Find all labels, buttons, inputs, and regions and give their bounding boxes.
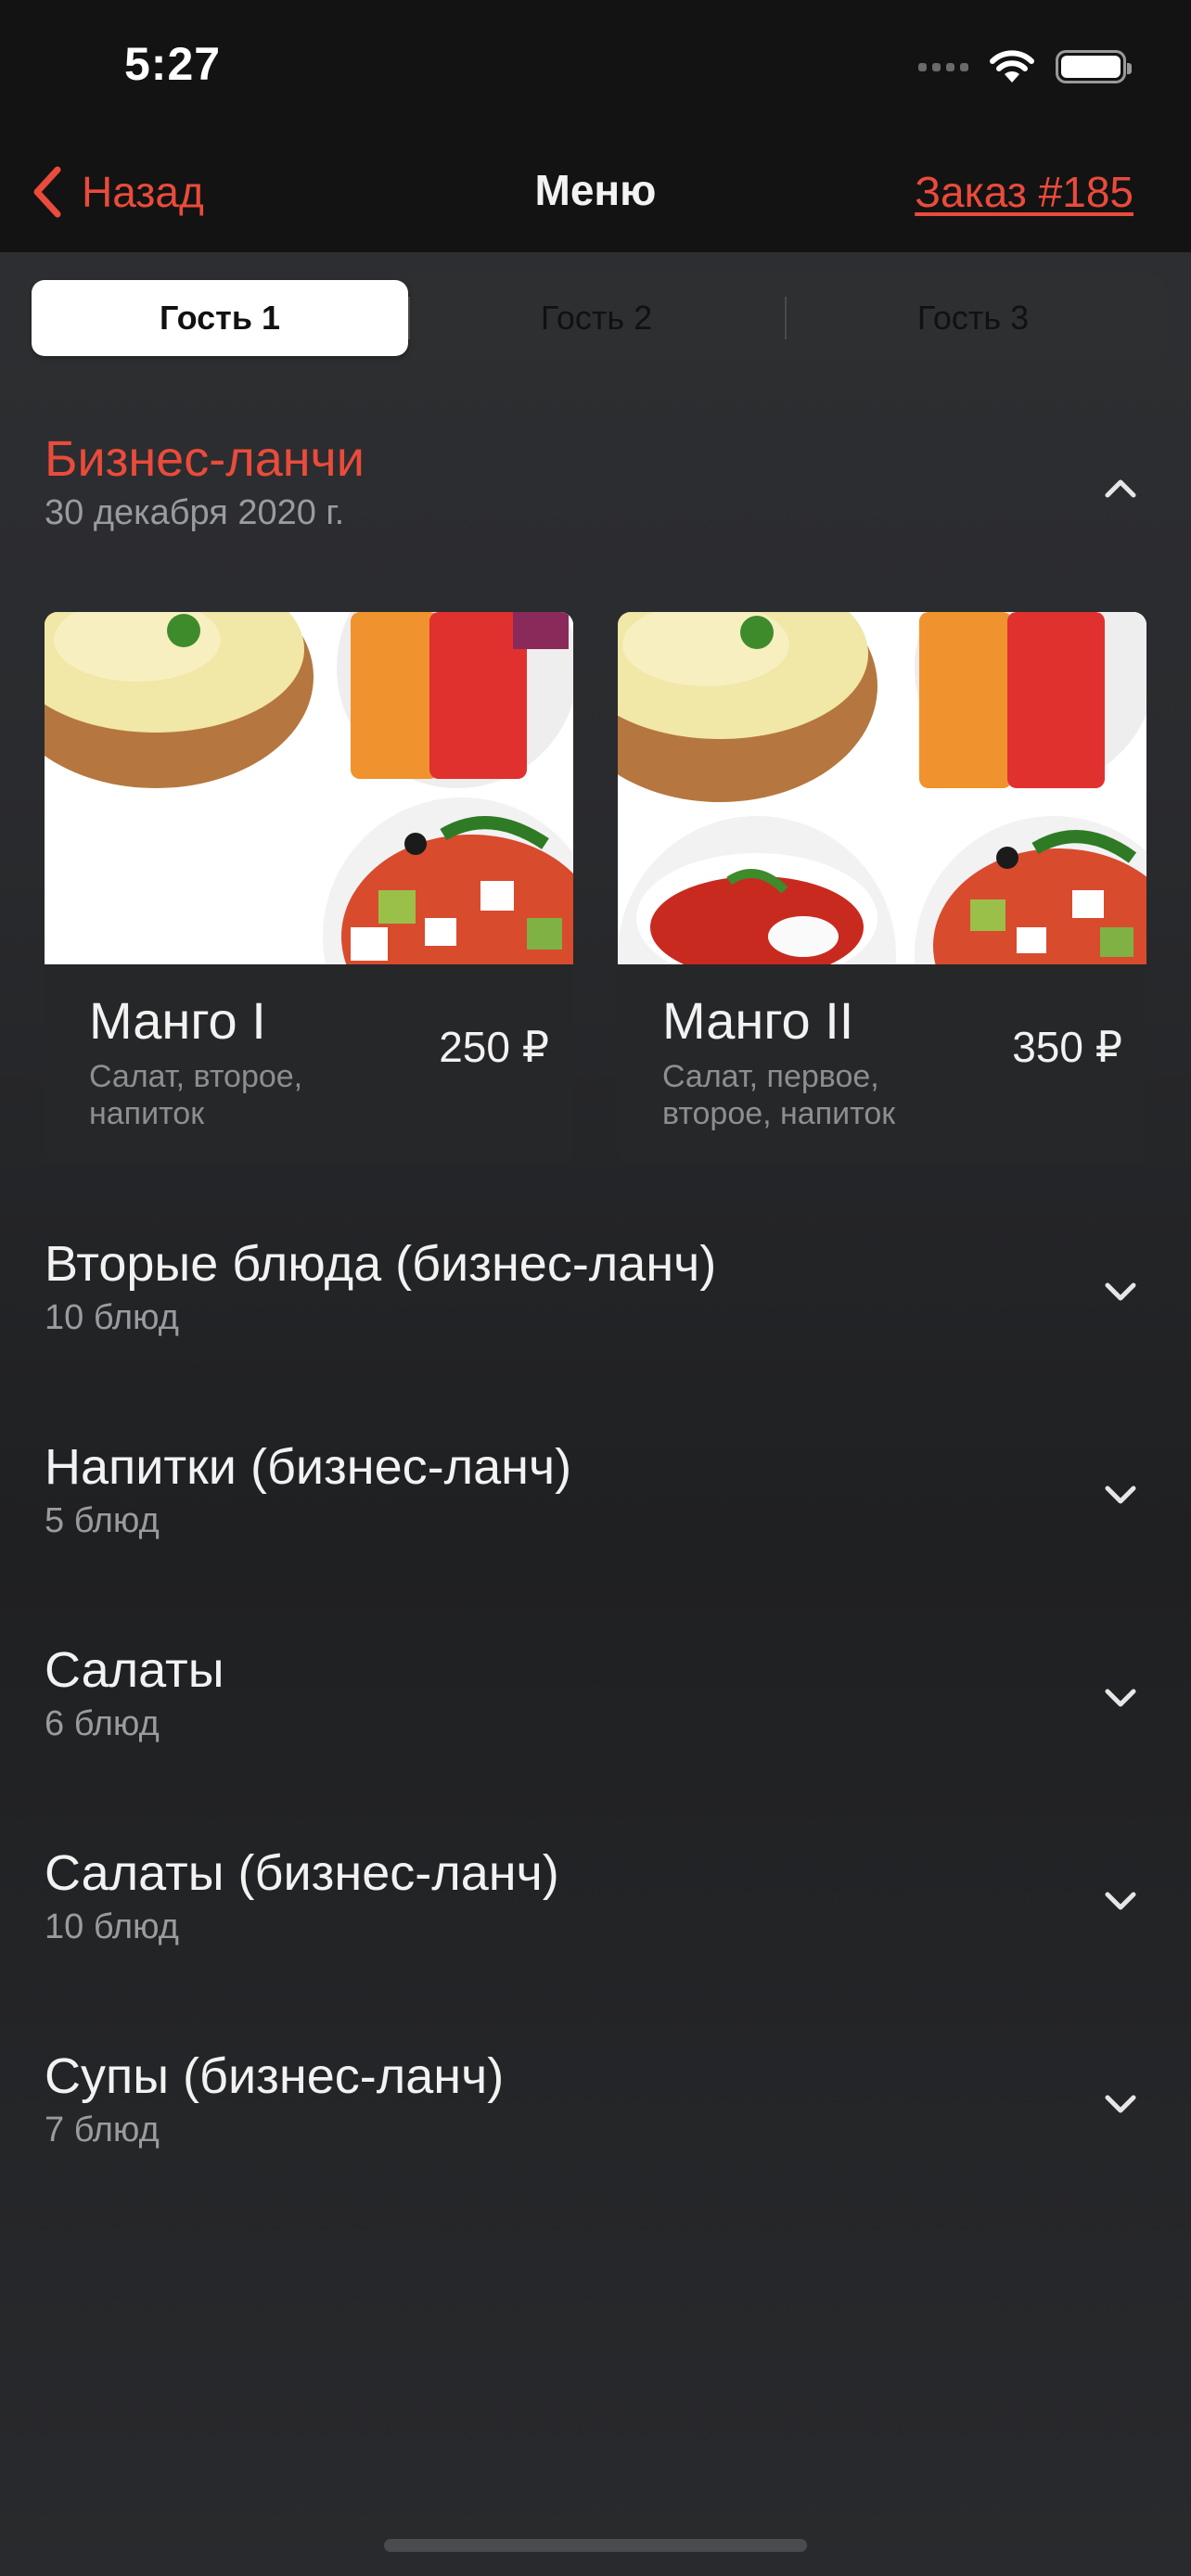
top-bar: 5:27 Назад Меню Заказ #185 <box>0 0 1191 252</box>
status-time: 5:27 <box>124 38 222 90</box>
category-salads-business-lunch[interactable]: Салаты (бизнес-ланч) 10 блюд <box>45 1844 1148 1974</box>
category-title: Салаты <box>45 1642 224 1698</box>
category-count: 7 блюд <box>45 2111 160 2149</box>
tab-guest-2[interactable]: Гость 2 <box>408 280 785 356</box>
category-title: Салаты (бизнес-ланч) <box>45 1845 559 1901</box>
order-link[interactable]: Заказ #185 <box>915 167 1133 217</box>
lunch-card-description: Салат, второе, напиток <box>89 1059 303 1131</box>
lunch-photo <box>45 612 573 964</box>
lunch-card-body: Манго I Салат, второе, напиток 250 ₽ <box>45 964 573 1165</box>
section-business-lunch-header[interactable]: Бизнес-ланчи 30 декабря 2020 г. <box>45 430 1148 551</box>
guest-segmented-control: Гость 1 Гость 2 Гость 3 <box>26 274 1167 362</box>
chevron-down-icon <box>1102 2086 1139 2123</box>
lunch-card-body: Манго II Салат, первое, второе, напиток … <box>618 964 1146 1165</box>
lunch-card-mango-2[interactable]: Манго II Салат, первое, второе, напиток … <box>618 612 1146 1165</box>
cellular-signal-icon <box>918 62 968 71</box>
category-title: Вторые блюда (бизнес-ланч) <box>45 1236 717 1292</box>
status-icons <box>918 48 1132 85</box>
lunch-card-mango-1[interactable]: Манго I Салат, второе, напиток 250 ₽ <box>45 612 573 1165</box>
lunch-card-description: Салат, первое, второе, напиток <box>662 1059 896 1131</box>
tab-guest-1[interactable]: Гость 1 <box>32 280 408 356</box>
tab-guest-3[interactable]: Гость 3 <box>785 280 1161 356</box>
lunch-photo <box>618 612 1146 964</box>
category-soups[interactable]: Супы (бизнес-ланч) 7 блюд <box>45 2047 1148 2177</box>
chevron-down-icon <box>1102 1477 1139 1514</box>
category-title: Супы (бизнес-ланч) <box>45 2048 505 2104</box>
chevron-down-icon <box>1102 1883 1139 1920</box>
category-count: 6 блюд <box>45 1704 160 1743</box>
menu-screen: 5:27 Назад Меню Заказ #185 Гость 1 Гость… <box>0 0 1191 2576</box>
category-drinks[interactable]: Напитки (бизнес-ланч) 5 блюд <box>45 1438 1148 1568</box>
chevron-down-icon <box>1102 1680 1139 1717</box>
category-count: 10 блюд <box>45 1298 179 1337</box>
lunch-card-price: 350 ₽ <box>1012 1023 1122 1071</box>
wifi-icon <box>990 50 1034 83</box>
section-title: Бизнес-ланчи <box>45 431 365 487</box>
chevron-up-icon <box>1102 469 1139 506</box>
home-indicator[interactable] <box>384 2539 807 2552</box>
lunch-card-price: 250 ₽ <box>439 1023 549 1071</box>
category-salads[interactable]: Салаты 6 блюд <box>45 1641 1148 1771</box>
category-count: 5 блюд <box>45 1501 160 1540</box>
section-date: 30 декабря 2020 г. <box>45 493 345 532</box>
category-title: Напитки (бизнес-ланч) <box>45 1439 572 1495</box>
category-count: 10 блюд <box>45 1907 179 1946</box>
battery-icon <box>1056 50 1132 83</box>
category-second-courses[interactable]: Вторые блюда (бизнес-ланч) 10 блюд <box>45 1235 1148 1365</box>
chevron-down-icon <box>1102 1274 1139 1311</box>
